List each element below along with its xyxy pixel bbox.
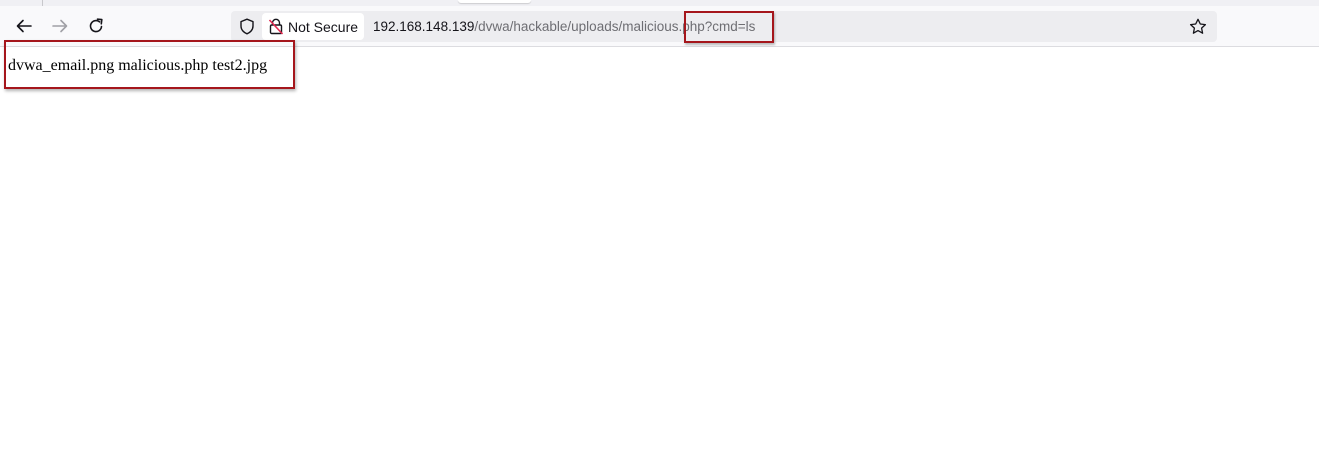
output-highlight-box	[4, 40, 295, 89]
site-security-button[interactable]: Not Secure	[262, 13, 364, 40]
forward-button[interactable]	[48, 14, 72, 38]
back-button[interactable]	[12, 14, 36, 38]
active-tab-edge[interactable]	[458, 0, 531, 3]
reload-button[interactable]	[84, 14, 108, 38]
reload-icon	[89, 18, 103, 33]
arrow-left-icon	[16, 19, 32, 33]
arrow-right-icon	[52, 19, 68, 33]
star-icon[interactable]	[1189, 18, 1207, 35]
url-host: 192.168.148.139	[373, 19, 475, 34]
broken-lock-icon	[269, 18, 283, 35]
url-query-highlight-box	[684, 11, 774, 43]
shield-icon[interactable]	[239, 18, 255, 35]
not-secure-label: Not Secure	[288, 18, 359, 35]
